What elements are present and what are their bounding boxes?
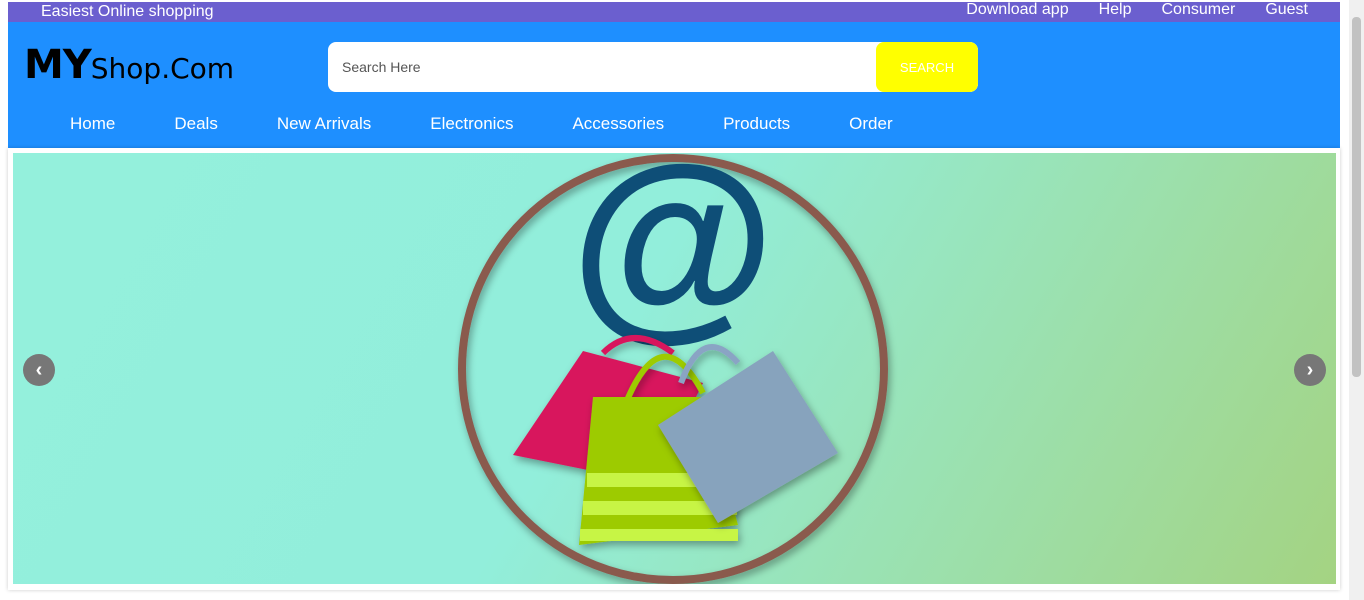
chevron-left-icon: ‹ [35,358,43,381]
logo-part-my: MY [24,42,92,88]
logo-part-shop: Shop.Com [90,52,235,85]
help-link[interactable]: Help [1099,1,1132,19]
at-sign-icon: @ [571,153,776,358]
chevron-right-icon: › [1306,358,1314,381]
carousel-next-button[interactable]: › [1294,354,1326,386]
top-bar: Easiest Online shopping Download app Hel… [8,1,1340,22]
scrollbar-thumb[interactable] [1352,17,1361,377]
nav-electronics[interactable]: Electronics [410,114,513,134]
nav-deals[interactable]: Deals [154,114,217,134]
consumer-link[interactable]: Consumer [1162,1,1236,19]
search-button[interactable]: SEARCH [876,42,978,92]
nav-home[interactable]: Home [50,114,115,134]
nav-products[interactable]: Products [703,114,790,134]
nav-accessories[interactable]: Accessories [552,114,664,134]
carousel-prev-button[interactable]: ‹ [23,354,55,386]
header: MYShop.Com SEARCH Home Deals New Arrival… [8,22,1340,148]
shopping-illustration: @ [458,153,888,584]
site-logo[interactable]: MYShop.Com [24,42,234,88]
top-links: Download app Help Consumer Guest [936,1,1308,19]
vertical-scrollbar[interactable] [1349,0,1364,600]
main-nav: Home Deals New Arrivals Electronics Acce… [50,114,932,134]
carousel: @ ‹ › [8,148,1340,590]
tagline: Easiest Online shopping [41,3,214,20]
search-input[interactable] [328,42,882,92]
search-bar: SEARCH [328,42,978,92]
nav-new-arrivals[interactable]: New Arrivals [257,114,371,134]
carousel-slide: @ ‹ › [13,153,1336,584]
guest-link[interactable]: Guest [1265,1,1308,19]
download-app-link[interactable]: Download app [966,1,1068,19]
nav-order[interactable]: Order [829,114,892,134]
